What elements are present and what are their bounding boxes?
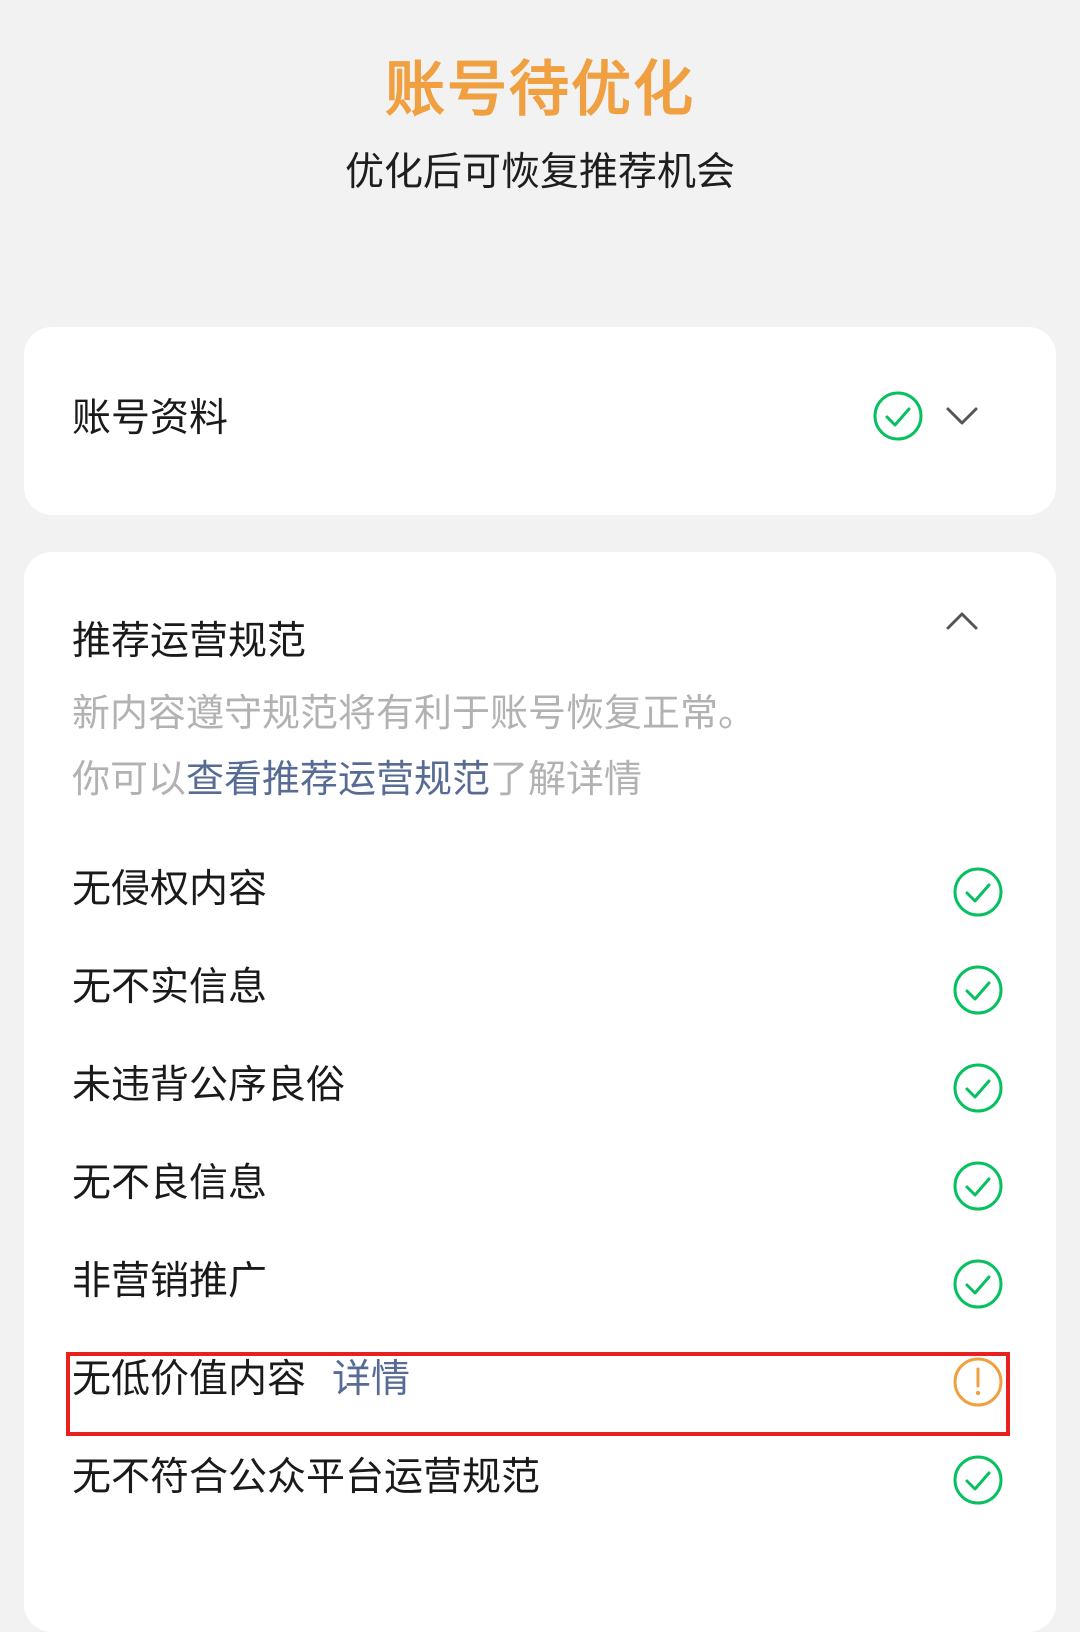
check-circle-icon bbox=[873, 391, 923, 441]
check-circle-icon bbox=[953, 1455, 1003, 1505]
check-circle-icon bbox=[953, 965, 1003, 1015]
recommendation-rules-description: 新内容遵守规范将有利于账号恢复正常。 你可以查看推荐运营规范了解详情 bbox=[72, 680, 972, 812]
rule-item-public-order: 未违背公序良俗 bbox=[24, 1042, 1056, 1130]
rule-item-label: 无不实信息 bbox=[72, 965, 268, 1010]
rule-item-label: 非营销推广 bbox=[72, 1259, 268, 1304]
chevron-up-icon[interactable] bbox=[942, 606, 982, 636]
view-rules-link[interactable]: 查看推荐运营规范 bbox=[186, 757, 490, 801]
recommendation-rules-title: 推荐运营规范 bbox=[72, 619, 307, 664]
chevron-down-icon[interactable] bbox=[942, 401, 982, 431]
page-title: 账号待优化 bbox=[385, 55, 695, 125]
description-line-2: 你可以查看推荐运营规范了解详情 bbox=[72, 746, 972, 812]
rule-item-label: 无侵权内容 bbox=[72, 867, 268, 912]
check-circle-icon bbox=[953, 1161, 1003, 1211]
rule-item-no-harmful-info: 无不良信息 bbox=[24, 1140, 1056, 1228]
rule-item-no-infringement: 无侵权内容 bbox=[24, 846, 1056, 934]
highlight-annotation-box bbox=[66, 1352, 1010, 1436]
rule-item-no-marketing: 非营销推广 bbox=[24, 1238, 1056, 1326]
rule-item-platform-rules: 无不符合公众平台运营规范 bbox=[24, 1434, 1056, 1522]
account-profile-card[interactable]: 账号资料 bbox=[24, 327, 1056, 515]
check-circle-icon bbox=[953, 867, 1003, 917]
rule-item-label: 无不良信息 bbox=[72, 1161, 268, 1206]
description-suffix: 了解详情 bbox=[490, 757, 643, 801]
check-circle-icon bbox=[953, 1259, 1003, 1309]
page-header: 账号待优化 优化后可恢复推荐机会 bbox=[0, 0, 1080, 300]
rule-item-no-false-info: 无不实信息 bbox=[24, 944, 1056, 1032]
recommendation-rules-card: 推荐运营规范 新内容遵守规范将有利于账号恢复正常。 你可以查看推荐运营规范了解详… bbox=[24, 552, 1056, 1632]
account-profile-title: 账号资料 bbox=[72, 396, 229, 441]
rule-item-label: 未违背公序良俗 bbox=[72, 1063, 346, 1108]
rule-item-label: 无不符合公众平台运营规范 bbox=[72, 1455, 541, 1500]
page-subtitle: 优化后可恢复推荐机会 bbox=[344, 150, 735, 195]
description-line-1: 新内容遵守规范将有利于账号恢复正常。 bbox=[72, 691, 757, 735]
check-circle-icon bbox=[953, 1063, 1003, 1113]
description-prefix: 你可以 bbox=[72, 757, 187, 801]
